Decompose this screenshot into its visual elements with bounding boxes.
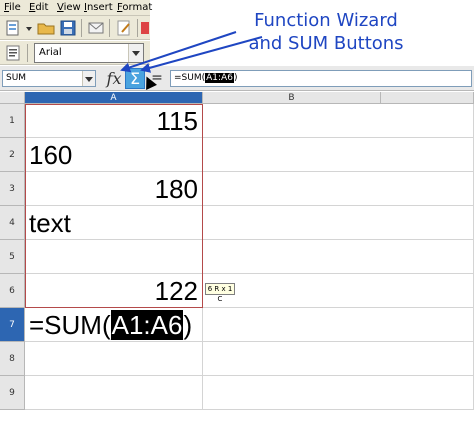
toolbar-separator xyxy=(109,19,110,37)
formula-input[interactable]: =SUM(A1:A6) xyxy=(170,70,472,87)
cell-b1[interactable] xyxy=(203,104,474,138)
range-size-tooltip: 6 R x 1 C xyxy=(205,283,235,303)
cell-b7[interactable] xyxy=(203,308,474,342)
table-row: 1 115 xyxy=(0,104,474,138)
cell-a2[interactable]: 160 xyxy=(25,138,203,172)
row-header[interactable]: 1 xyxy=(0,104,25,138)
table-row: 8 xyxy=(0,342,474,376)
annotation-label: Function Wizard and SUM Buttons xyxy=(236,9,416,55)
cell-a1[interactable]: 115 xyxy=(25,104,203,138)
standard-toolbar xyxy=(0,16,150,40)
cell-a9[interactable] xyxy=(25,376,203,410)
toolbar-separator xyxy=(137,19,138,37)
cell-a5[interactable] xyxy=(25,240,203,274)
row-header[interactable]: 2 xyxy=(0,138,25,172)
annotation-line-1: Function Wizard xyxy=(254,10,398,31)
menu-bar: File Edit View Insert Format xyxy=(0,0,152,16)
export-pdf-icon[interactable] xyxy=(140,18,160,38)
row-header[interactable]: 3 xyxy=(0,172,25,206)
formula-suffix: ) xyxy=(233,73,238,83)
toolbar-separator xyxy=(81,19,82,37)
cell-b6[interactable] xyxy=(203,274,474,308)
chevron-down-icon[interactable] xyxy=(128,44,143,62)
fx-icon: 𝑓x xyxy=(106,69,122,88)
menu-view[interactable]: View xyxy=(57,1,81,15)
annotation-line-2: and SUM Buttons xyxy=(248,33,404,54)
menu-format[interactable]: Format xyxy=(117,1,152,15)
table-row: 9 xyxy=(0,376,474,410)
font-name-value: Arial xyxy=(39,47,62,58)
menu-insert[interactable]: Insert xyxy=(84,1,113,15)
spreadsheet-grid: A B 1 115 2 160 3 180 4 text 5 6 122 7 =… xyxy=(0,92,474,430)
column-header-c[interactable] xyxy=(381,92,474,104)
cell-a4[interactable]: text xyxy=(25,206,203,240)
font-name-select[interactable]: Arial xyxy=(34,43,144,63)
table-row: 2 160 xyxy=(0,138,474,172)
chevron-down-icon[interactable] xyxy=(82,71,95,86)
menu-file[interactable]: File xyxy=(4,1,21,15)
row-header[interactable]: 7 xyxy=(0,308,25,342)
open-folder-icon[interactable] xyxy=(36,18,56,38)
cell-b3[interactable] xyxy=(203,172,474,206)
table-row: 6 122 xyxy=(0,274,474,308)
select-all-corner[interactable] xyxy=(0,92,25,104)
cell-b2[interactable] xyxy=(203,138,474,172)
column-header-b[interactable]: B xyxy=(203,92,381,104)
row-header[interactable]: 8 xyxy=(0,342,25,376)
email-icon[interactable] xyxy=(86,18,106,38)
name-box[interactable]: SUM xyxy=(2,70,96,87)
row-header[interactable]: 5 xyxy=(0,240,25,274)
cell-a3[interactable]: 180 xyxy=(25,172,203,206)
cell-formula-prefix: =SUM( xyxy=(29,310,111,340)
menu-edit[interactable]: Edit xyxy=(29,1,48,15)
cell-b5[interactable] xyxy=(203,240,474,274)
new-document-icon[interactable] xyxy=(3,18,23,38)
row-header[interactable]: 4 xyxy=(0,206,25,240)
cell-a8[interactable] xyxy=(25,342,203,376)
cell-formula-range: A1:A6 xyxy=(110,310,184,340)
function-wizard-button[interactable]: 𝑓x xyxy=(104,68,124,89)
cell-b9[interactable] xyxy=(203,376,474,410)
formula-prefix: =SUM( xyxy=(174,73,206,83)
name-box-value: SUM xyxy=(6,73,27,83)
row-header[interactable]: 6 xyxy=(0,274,25,308)
column-header-a[interactable]: A xyxy=(25,92,203,104)
cell-a7[interactable]: =SUM(A1:A6) xyxy=(25,308,203,342)
cell-a6[interactable]: 122 xyxy=(25,274,203,308)
formatting-toolbar: Arial xyxy=(0,41,150,65)
cell-b4[interactable] xyxy=(203,206,474,240)
save-icon[interactable] xyxy=(58,18,78,38)
sigma-icon: Σ xyxy=(129,69,141,88)
row-header[interactable]: 9 xyxy=(0,376,25,410)
edit-file-icon[interactable] xyxy=(114,18,134,38)
toolbar-separator xyxy=(27,44,28,62)
styles-icon[interactable] xyxy=(3,43,23,63)
table-row: 5 xyxy=(0,240,474,274)
formula-range: A1:A6 xyxy=(205,73,234,83)
formula-bar: SUM 𝑓x Σ = =SUM(A1:A6) xyxy=(0,66,474,91)
cell-b8[interactable] xyxy=(203,342,474,376)
table-row: 3 180 xyxy=(0,172,474,206)
table-row: 4 text xyxy=(0,206,474,240)
cell-formula-suffix: ) xyxy=(183,310,193,340)
table-row: 7 =SUM(A1:A6) xyxy=(0,308,474,342)
